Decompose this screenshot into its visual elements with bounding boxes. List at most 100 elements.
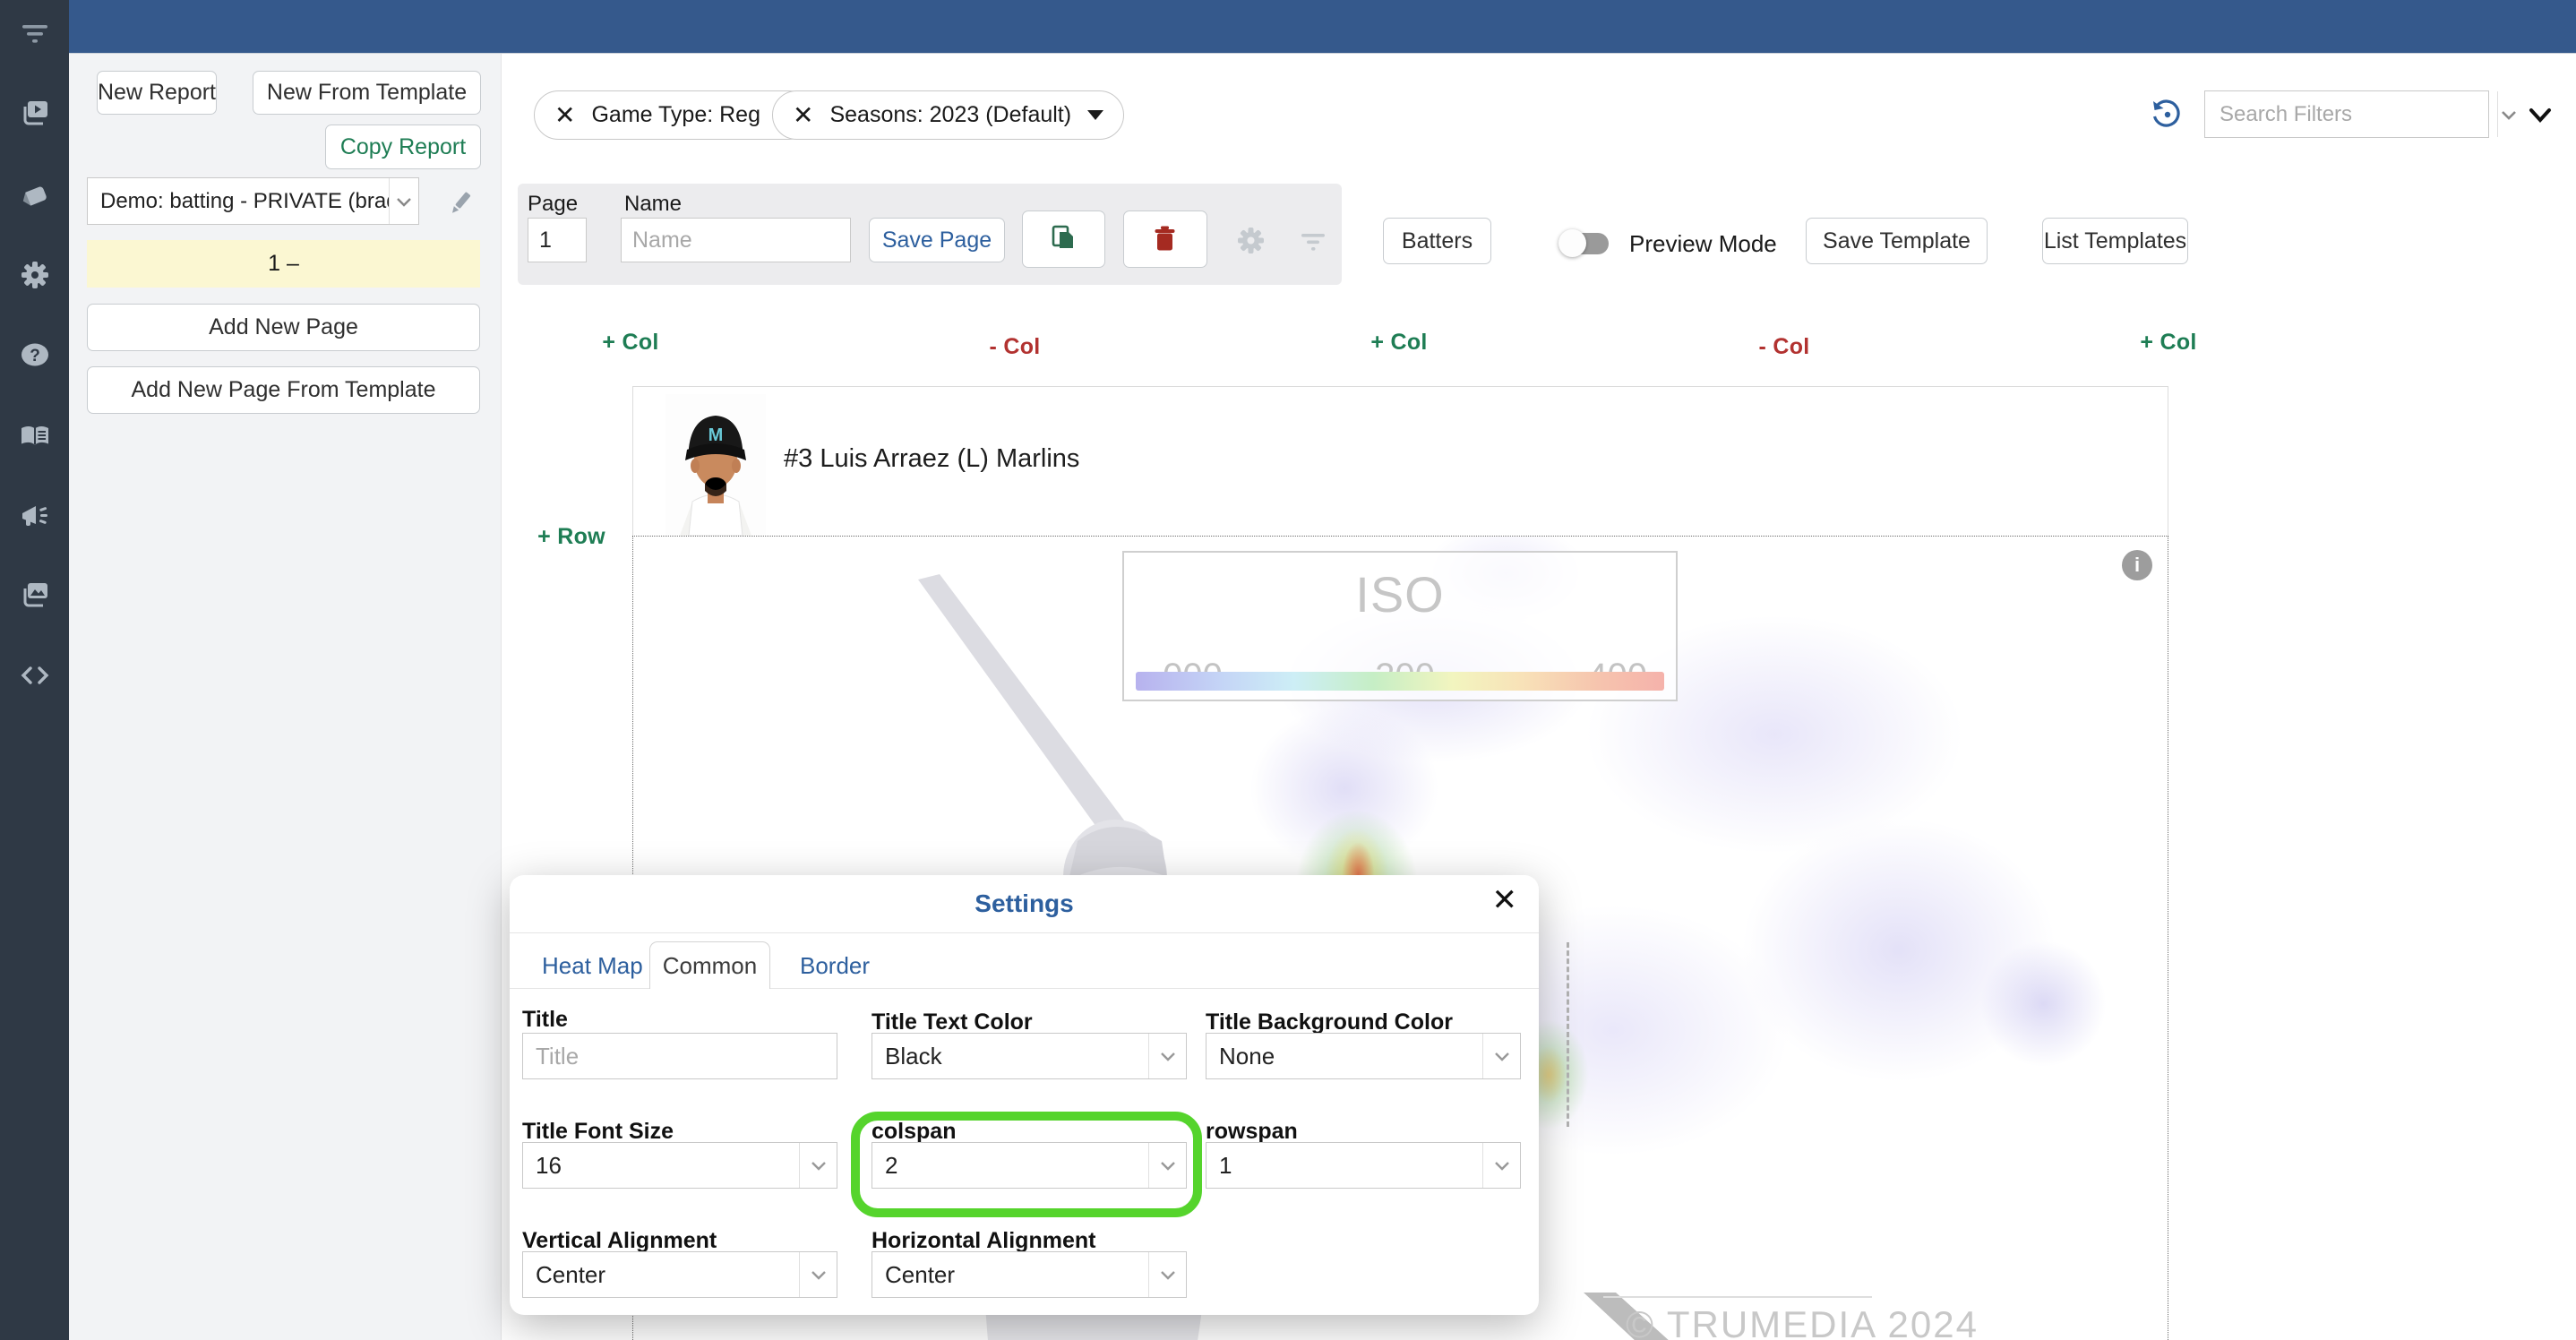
add-new-page-button[interactable]: Add New Page <box>87 304 480 351</box>
tab-common[interactable]: Common <box>649 941 770 989</box>
horizontal-alignment-select[interactable]: Center <box>872 1251 1187 1298</box>
copy-page-button[interactable] <box>1022 210 1105 268</box>
page-list-item-1[interactable]: 1 – <box>87 240 480 288</box>
chevron-down-icon <box>1482 1143 1520 1188</box>
save-page-label: Save Page <box>881 227 992 253</box>
svg-text:M: M <box>708 425 724 445</box>
chevron-down-icon <box>1148 1143 1186 1188</box>
colspan-label: colspan <box>872 1119 957 1144</box>
chevron-down-icon <box>1148 1252 1186 1297</box>
tab-common-label: Common <box>662 951 758 979</box>
save-page-button[interactable]: Save Page <box>869 218 1005 262</box>
copy-report-button[interactable]: Copy Report <box>325 125 481 169</box>
add-new-page-from-template-button[interactable]: Add New Page From Template <box>87 366 480 414</box>
announcement-icon[interactable] <box>19 501 51 533</box>
settings-gear-icon[interactable] <box>19 259 51 291</box>
player-photo: M <box>665 394 766 536</box>
trash-icon <box>1155 226 1175 251</box>
remove-column-button[interactable]: - Col <box>989 334 1040 360</box>
title-font-size-select[interactable]: 16 <box>522 1142 837 1189</box>
list-templates-button[interactable]: List Templates <box>2042 218 2188 264</box>
close-icon[interactable]: ✕ <box>1492 882 1518 918</box>
batters-button[interactable]: Batters <box>1383 218 1491 264</box>
save-template-button[interactable]: Save Template <box>1806 218 1988 264</box>
player-card-header: M #3 Luis Arraez (L) Marlins <box>632 386 2168 536</box>
page-filter-icon[interactable] <box>1299 227 1327 255</box>
help-icon[interactable]: ? <box>19 339 51 371</box>
colspan-select[interactable]: 2 <box>872 1142 1187 1189</box>
collapse-filters-chevron-icon[interactable] <box>2524 99 2556 131</box>
add-column-button[interactable]: + Col <box>602 330 658 356</box>
chevron-down-icon <box>389 178 418 224</box>
book-icon[interactable] <box>19 420 51 452</box>
title-font-size-label: Title Font Size <box>522 1119 674 1144</box>
tab-heat-map[interactable]: Heat Map <box>542 952 643 980</box>
filter-chip-seasons[interactable]: ✕ Seasons: 2023 (Default) <box>772 90 1125 140</box>
new-report-button[interactable]: New Report <box>97 71 217 115</box>
svg-text:?: ? <box>30 347 40 365</box>
code-icon[interactable] <box>19 659 51 691</box>
add-new-page-from-template-label: Add New Page From Template <box>131 377 436 402</box>
strike-zone-right-line <box>1567 942 1569 1127</box>
new-from-template-button[interactable]: New From Template <box>253 71 481 115</box>
title-text-color-select[interactable]: Black <box>872 1033 1187 1079</box>
tag-icon[interactable] <box>19 178 51 210</box>
page-label: Page <box>528 192 579 216</box>
app-sidebar: ? <box>0 0 69 1340</box>
title-font-size-value: 16 <box>536 1151 562 1179</box>
heat-map-legend: ISO .000 .200 .400 <box>1122 551 1678 701</box>
vertical-alignment-select[interactable]: Center <box>522 1251 837 1298</box>
horizontal-alignment-value: Center <box>885 1260 956 1288</box>
filter-chip-label: Seasons: 2023 (Default) <box>829 102 1072 127</box>
video-library-icon[interactable] <box>19 97 51 129</box>
page-number-input[interactable] <box>528 218 587 262</box>
app-root: ? New Report New From Template Copy Repo… <box>0 0 2576 1340</box>
toggle-knob <box>1558 229 1586 257</box>
caret-down-icon <box>1087 110 1104 120</box>
chevron-down-icon <box>799 1252 837 1297</box>
copy-page-icon <box>1052 225 1073 248</box>
delete-page-button[interactable] <box>1123 210 1207 268</box>
chevron-down-icon <box>799 1143 837 1188</box>
page-name-input[interactable] <box>621 218 851 262</box>
chevron-down-icon <box>2497 91 2520 137</box>
page-settings-gear-icon[interactable] <box>1235 225 1267 256</box>
search-filters-input[interactable] <box>2204 90 2516 138</box>
title-bg-color-value: None <box>1219 1042 1275 1069</box>
player-name: #3 Luis Arraez (L) Marlins <box>784 444 1080 473</box>
rowspan-value: 1 <box>1219 1151 1232 1179</box>
title-field-label: Title <box>522 1007 568 1032</box>
legend-gradient-bar <box>1136 672 1664 691</box>
settings-modal: Settings ✕ Heat Map Common Border Title … <box>510 875 1539 1315</box>
filter-history-icon[interactable] <box>2150 97 2184 131</box>
remove-column-button[interactable]: - Col <box>1758 334 1809 360</box>
gallery-icon[interactable] <box>19 579 51 611</box>
report-select[interactable]: Demo: batting - PRIVATE (brad... <box>87 177 419 225</box>
add-column-button[interactable]: + Col <box>2140 330 2196 356</box>
rowspan-select[interactable]: 1 <box>1206 1142 1521 1189</box>
title-text-color-label: Title Text Color <box>872 1009 1033 1035</box>
name-label: Name <box>624 192 683 216</box>
title-input[interactable] <box>522 1033 837 1079</box>
add-row-button[interactable]: + Row <box>537 524 605 550</box>
add-column-button[interactable]: + Col <box>1370 330 1427 356</box>
batters-label: Batters <box>1401 228 1473 253</box>
chevron-down-icon <box>1148 1034 1186 1078</box>
horizontal-alignment-label: Horizontal Alignment <box>872 1228 1096 1253</box>
title-bg-color-select[interactable]: None <box>1206 1033 1521 1079</box>
vertical-alignment-value: Center <box>536 1260 606 1288</box>
list-templates-label: List Templates <box>2043 228 2187 253</box>
remove-filter-icon[interactable]: ✕ <box>793 100 813 130</box>
edit-report-pencil-icon[interactable] <box>445 188 476 219</box>
search-filters-field[interactable] <box>2205 101 2497 127</box>
tab-border[interactable]: Border <box>800 952 870 980</box>
new-report-label: New Report <box>98 80 216 105</box>
info-glyph: i <box>2134 554 2141 576</box>
watermark-line <box>1603 1296 1872 1298</box>
menu-icon[interactable] <box>19 14 51 47</box>
preview-mode-toggle[interactable] <box>1558 229 1612 257</box>
filter-chip-label: Game Type: Reg <box>591 102 760 127</box>
info-icon[interactable]: i <box>2122 550 2152 580</box>
remove-filter-icon[interactable]: ✕ <box>554 100 575 130</box>
rowspan-label: rowspan <box>1206 1119 1298 1144</box>
